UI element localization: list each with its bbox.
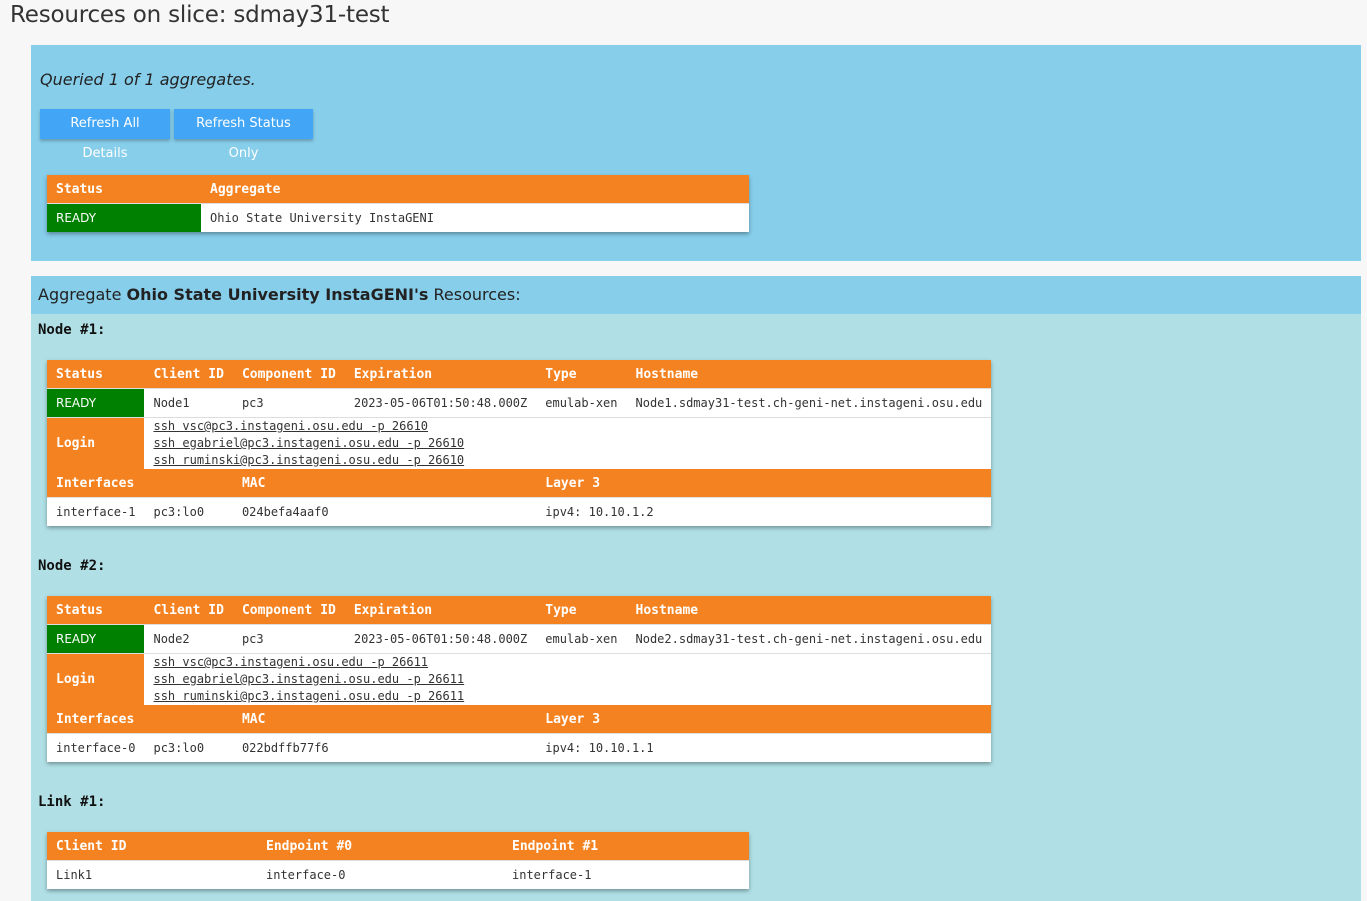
link-1-label: Link #1: — [38, 794, 106, 810]
ssh-login-link[interactable]: ssh ruminski@pc3.instageni.osu.edu -p 26… — [153, 688, 982, 705]
client-id-cell: Node2 — [144, 624, 233, 654]
link-client-id-column-header: Client ID — [47, 832, 257, 861]
interface-component-cell: pc3:lo0 — [144, 733, 233, 762]
interfaces-header-row: Interfaces MAC Layer 3 — [47, 705, 992, 734]
status-column-header: Status — [47, 360, 145, 389]
table-row: READY Node1 pc3 2023-05-06T01:50:48.000Z… — [47, 388, 992, 418]
table-row: READY Ohio State University InstaGENI — [47, 203, 749, 232]
table-row: Link1 interface-0 interface-1 — [47, 860, 749, 889]
hostname-cell: Node1.sdmay31-test.ch-geni-net.instageni… — [626, 388, 992, 418]
resources-header-prefix: Aggregate — [38, 285, 127, 304]
mac-column-header: MAC — [232, 469, 537, 498]
node-2-label: Node #2: — [38, 558, 106, 574]
aggregate-name: Ohio State University InstaGENI's — [126, 285, 429, 304]
aggregate-column-header: Aggregate — [201, 175, 749, 204]
endpoint-1-cell: interface-1 — [503, 860, 749, 889]
type-column-header: Type — [536, 360, 627, 389]
layer3-cell: ipv4: 10.10.1.1 — [536, 733, 992, 762]
link-client-id-cell: Link1 — [47, 860, 257, 889]
expiration-cell: 2023-05-06T01:50:48.000Z — [344, 624, 537, 654]
component-id-column-header: Component ID — [232, 360, 345, 389]
interfaces-column-header: Interfaces — [47, 705, 233, 734]
aggregate-status-panel: Queried 1 of 1 aggregates. Refresh All D… — [31, 45, 1361, 261]
login-row: Login ssh vsc@pc3.instageni.osu.edu -p 2… — [47, 653, 992, 705]
login-row: Login ssh vsc@pc3.instageni.osu.edu -p 2… — [47, 417, 992, 469]
endpoint-1-column-header: Endpoint #1 — [503, 832, 749, 861]
node-1-label: Node #1: — [38, 322, 106, 338]
page-title: Resources on slice: sdmay31-test — [10, 2, 390, 28]
aggregate-name-cell: Ohio State University InstaGENI — [201, 203, 749, 232]
layer3-column-header: Layer 3 — [536, 705, 992, 734]
ssh-login-link[interactable]: ssh egabriel@pc3.instageni.osu.edu -p 26… — [153, 435, 982, 452]
client-id-column-header: Client ID — [144, 360, 233, 389]
endpoint-0-column-header: Endpoint #0 — [257, 832, 503, 861]
layer3-column-header: Layer 3 — [536, 469, 992, 498]
expiration-column-header: Expiration — [344, 360, 537, 389]
resources-header-suffix: Resources: — [428, 285, 521, 304]
hostname-cell: Node2.sdmay31-test.ch-geni-net.instageni… — [626, 624, 992, 654]
login-commands: ssh vsc@pc3.instageni.osu.edu -p 26611 s… — [144, 653, 992, 705]
table-row: READY Node2 pc3 2023-05-06T01:50:48.000Z… — [47, 624, 992, 654]
interface-name-cell: interface-1 — [47, 497, 145, 526]
client-id-column-header: Client ID — [144, 596, 233, 625]
type-column-header: Type — [536, 596, 627, 625]
component-id-column-header: Component ID — [232, 596, 345, 625]
client-id-cell: Node1 — [144, 388, 233, 418]
table-header-row: Status Aggregate — [47, 175, 749, 204]
node-2-table: Status Client ID Component ID Expiration… — [47, 596, 992, 762]
mac-column-header: MAC — [232, 705, 537, 734]
ssh-login-link[interactable]: ssh vsc@pc3.instageni.osu.edu -p 26610 — [153, 418, 982, 435]
status-badge: READY — [47, 388, 145, 418]
mac-cell: 022bdffb77f6 — [232, 733, 537, 762]
login-commands: ssh vsc@pc3.instageni.osu.edu -p 26610 s… — [144, 417, 992, 469]
link-1-table: Client ID Endpoint #0 Endpoint #1 Link1 … — [47, 832, 749, 889]
login-label: Login — [47, 417, 145, 469]
interface-component-cell: pc3:lo0 — [144, 497, 233, 526]
status-badge: READY — [47, 624, 145, 654]
status-column-header: Status — [47, 175, 201, 204]
hostname-column-header: Hostname — [626, 596, 992, 625]
ssh-login-link[interactable]: ssh vsc@pc3.instageni.osu.edu -p 26611 — [153, 654, 982, 671]
aggregate-resources-panel: Aggregate Ohio State University InstaGEN… — [31, 276, 1361, 901]
aggregate-status-table: Status Aggregate READY Ohio State Univer… — [47, 175, 749, 232]
expiration-column-header: Expiration — [344, 596, 537, 625]
status-badge: READY — [47, 203, 201, 232]
component-id-cell: pc3 — [232, 624, 345, 654]
table-header-row: Status Client ID Component ID Expiration… — [47, 360, 992, 389]
ssh-login-link[interactable]: ssh ruminski@pc3.instageni.osu.edu -p 26… — [153, 452, 982, 469]
ssh-login-link[interactable]: ssh egabriel@pc3.instageni.osu.edu -p 26… — [153, 671, 982, 688]
table-header-row: Status Client ID Component ID Expiration… — [47, 596, 992, 625]
endpoint-0-cell: interface-0 — [257, 860, 503, 889]
table-header-row: Client ID Endpoint #0 Endpoint #1 — [47, 832, 749, 861]
table-row: interface-0 pc3:lo0 022bdffb77f6 ipv4: 1… — [47, 733, 992, 762]
hostname-column-header: Hostname — [626, 360, 992, 389]
table-row: interface-1 pc3:lo0 024befa4aaf0 ipv4: 1… — [47, 497, 992, 526]
refresh-status-only-button[interactable]: Refresh Status Only — [174, 109, 313, 161]
type-cell: emulab-xen — [536, 624, 627, 654]
login-label: Login — [47, 653, 145, 705]
refresh-all-details-button[interactable]: Refresh All Details — [40, 109, 170, 161]
component-id-cell: pc3 — [232, 388, 345, 418]
status-column-header: Status — [47, 596, 145, 625]
type-cell: emulab-xen — [536, 388, 627, 418]
expiration-cell: 2023-05-06T01:50:48.000Z — [344, 388, 537, 418]
resources-header: Aggregate Ohio State University InstaGEN… — [31, 276, 1361, 314]
interfaces-column-header: Interfaces — [47, 469, 233, 498]
interface-name-cell: interface-0 — [47, 733, 145, 762]
interfaces-header-row: Interfaces MAC Layer 3 — [47, 469, 992, 498]
node-1-table: Status Client ID Component ID Expiration… — [47, 360, 992, 526]
mac-cell: 024befa4aaf0 — [232, 497, 537, 526]
queried-status-text: Queried 1 of 1 aggregates. — [40, 70, 256, 89]
layer3-cell: ipv4: 10.10.1.2 — [536, 497, 992, 526]
